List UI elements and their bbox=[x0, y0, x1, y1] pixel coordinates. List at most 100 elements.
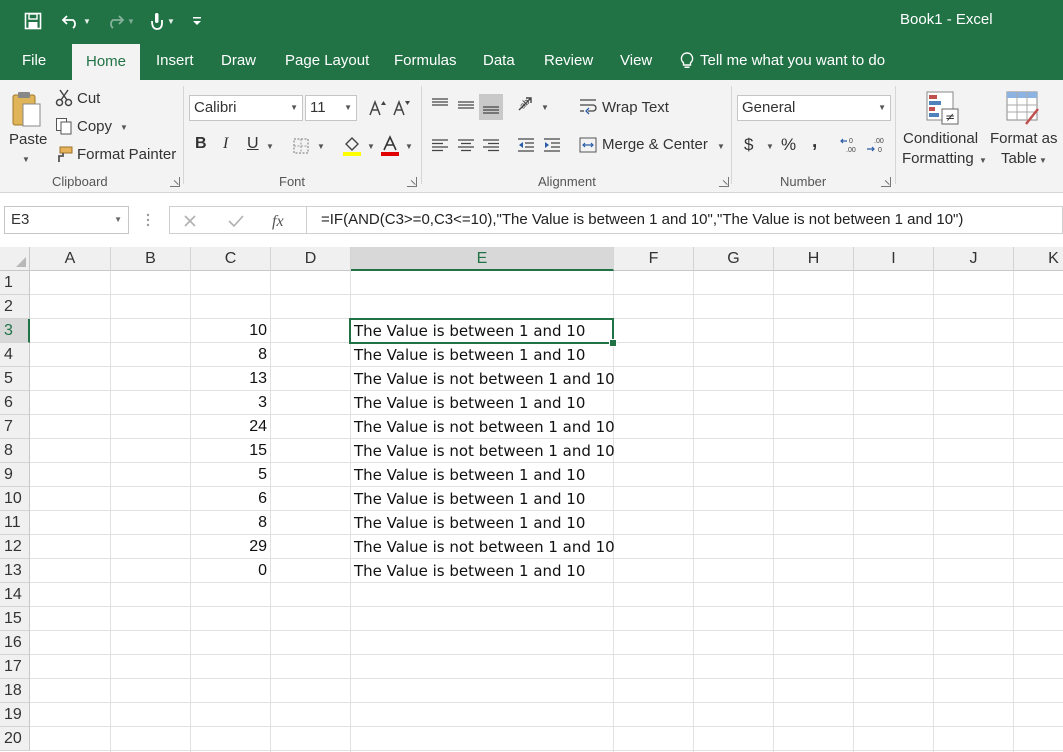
column-header-k[interactable]: K bbox=[1014, 247, 1063, 271]
column-header-b[interactable]: B bbox=[111, 247, 191, 271]
row-header-11[interactable]: 11 bbox=[0, 511, 30, 535]
cell-c8[interactable]: 15 bbox=[191, 439, 267, 463]
alignment-launcher-icon[interactable] bbox=[719, 177, 729, 187]
save-icon[interactable] bbox=[22, 9, 44, 33]
cell-e9[interactable]: The Value is between 1 and 10 bbox=[354, 463, 614, 487]
cell-c9[interactable]: 5 bbox=[191, 463, 267, 487]
cell-e8[interactable]: The Value is not between 1 and 10 bbox=[354, 439, 615, 463]
active-cell-selection[interactable] bbox=[349, 318, 617, 347]
column-header-e[interactable]: E bbox=[351, 247, 614, 271]
row-header-18[interactable]: 18 bbox=[0, 679, 30, 703]
align-center-icon[interactable] bbox=[455, 134, 477, 156]
paste-dropdown[interactable]: ▼ bbox=[22, 155, 30, 164]
row-header-19[interactable]: 19 bbox=[0, 703, 30, 727]
font-color-icon[interactable] bbox=[379, 134, 401, 158]
row-header-12[interactable]: 12 bbox=[0, 535, 30, 559]
row-header-10[interactable]: 10 bbox=[0, 487, 30, 511]
fill-color-icon[interactable] bbox=[341, 134, 363, 158]
cell-e4[interactable]: The Value is between 1 and 10 bbox=[354, 343, 614, 367]
tab-draw[interactable]: Draw bbox=[221, 42, 256, 80]
format-painter-button[interactable]: Format Painter bbox=[77, 146, 176, 163]
increase-font-icon[interactable] bbox=[368, 97, 388, 119]
column-header-j[interactable]: J bbox=[934, 247, 1014, 271]
conditional-formatting-line2[interactable]: Formatting bbox=[902, 150, 974, 167]
column-header-i[interactable]: I bbox=[854, 247, 934, 271]
column-header-h[interactable]: H bbox=[774, 247, 854, 271]
format-as-table-icon[interactable] bbox=[1005, 90, 1041, 126]
cell-e7[interactable]: The Value is not between 1 and 10 bbox=[354, 415, 615, 439]
cell-c11[interactable]: 8 bbox=[191, 511, 267, 535]
tab-data[interactable]: Data bbox=[483, 42, 515, 80]
format-as-table-line2[interactable]: Table bbox=[1001, 150, 1037, 167]
cut-icon[interactable] bbox=[55, 88, 73, 108]
font-size-select[interactable]: 11 ▼ bbox=[305, 95, 357, 121]
underline-dropdown[interactable]: ▼ bbox=[266, 142, 274, 151]
cell-e5[interactable]: The Value is not between 1 and 10 bbox=[354, 367, 615, 391]
tab-home[interactable]: Home bbox=[72, 44, 141, 80]
cell-c12[interactable]: 29 bbox=[191, 535, 267, 559]
copy-button[interactable]: Copy bbox=[77, 118, 112, 135]
borders-icon[interactable] bbox=[291, 136, 311, 156]
top-align-icon[interactable] bbox=[429, 94, 451, 116]
select-all-button[interactable] bbox=[0, 247, 30, 271]
copy-icon[interactable] bbox=[55, 116, 73, 136]
insert-function-icon[interactable]: fx bbox=[270, 210, 294, 232]
borders-dropdown[interactable]: ▼ bbox=[317, 142, 325, 151]
number-launcher-icon[interactable] bbox=[881, 177, 891, 187]
formula-input[interactable]: =IF(AND(C3>=0,C3<=10),"The Value is betw… bbox=[306, 206, 1063, 234]
column-header-a[interactable]: A bbox=[30, 247, 111, 271]
fill-color-dropdown[interactable]: ▼ bbox=[367, 142, 375, 151]
wrap-text-icon[interactable] bbox=[578, 96, 598, 116]
font-color-dropdown[interactable]: ▼ bbox=[405, 142, 413, 151]
row-header-3[interactable]: 3 bbox=[0, 319, 30, 343]
tab-insert[interactable]: Insert bbox=[156, 42, 194, 80]
cell-e12[interactable]: The Value is not between 1 and 10 bbox=[354, 535, 615, 559]
cell-c4[interactable]: 8 bbox=[191, 343, 267, 367]
row-header-20[interactable]: 20 bbox=[0, 727, 30, 751]
merge-center-dropdown[interactable]: ▼ bbox=[717, 142, 725, 151]
merge-center-icon[interactable] bbox=[578, 135, 598, 155]
cell-c3[interactable]: 10 bbox=[191, 319, 267, 343]
row-header-14[interactable]: 14 bbox=[0, 583, 30, 607]
row-header-7[interactable]: 7 bbox=[0, 415, 30, 439]
paste-icon[interactable] bbox=[8, 88, 44, 132]
conditional-formatting-dropdown[interactable]: ▼ bbox=[979, 156, 987, 165]
row-header-4[interactable]: 4 bbox=[0, 343, 30, 367]
row-header-16[interactable]: 16 bbox=[0, 631, 30, 655]
cell-e10[interactable]: The Value is between 1 and 10 bbox=[354, 487, 614, 511]
row-header-15[interactable]: 15 bbox=[0, 607, 30, 631]
cancel-icon[interactable] bbox=[180, 211, 200, 231]
worksheet-grid[interactable]: A B C D E F G H I J K 1 2 3 4 5 6 7 8 9 … bbox=[0, 247, 1063, 752]
column-header-f[interactable]: F bbox=[614, 247, 694, 271]
column-header-g[interactable]: G bbox=[694, 247, 774, 271]
align-left-icon[interactable] bbox=[429, 134, 451, 156]
undo-icon[interactable]: ▼ bbox=[58, 9, 94, 33]
cell-c7[interactable]: 24 bbox=[191, 415, 267, 439]
middle-align-icon[interactable] bbox=[455, 94, 477, 116]
row-header-2[interactable]: 2 bbox=[0, 295, 30, 319]
currency-dropdown[interactable]: ▼ bbox=[766, 142, 774, 151]
copy-dropdown[interactable]: ▼ bbox=[120, 123, 128, 132]
row-header-17[interactable]: 17 bbox=[0, 655, 30, 679]
paste-label[interactable]: Paste bbox=[9, 131, 47, 148]
wrap-text-button[interactable]: Wrap Text bbox=[602, 99, 669, 116]
underline-button[interactable]: U bbox=[247, 135, 259, 153]
conditional-formatting-line1[interactable]: Conditional bbox=[903, 130, 978, 147]
touch-mode-icon[interactable]: ▼ bbox=[144, 9, 180, 33]
number-format-select[interactable]: General ▼ bbox=[737, 95, 891, 121]
cell-e11[interactable]: The Value is between 1 and 10 bbox=[354, 511, 614, 535]
decrease-indent-icon[interactable] bbox=[515, 134, 537, 156]
align-right-icon[interactable] bbox=[480, 134, 502, 156]
comma-button[interactable]: , bbox=[812, 131, 817, 153]
cell-c5[interactable]: 13 bbox=[191, 367, 267, 391]
tab-formulas[interactable]: Formulas bbox=[394, 42, 457, 80]
cell-c13[interactable]: 0 bbox=[191, 559, 267, 583]
row-header-1[interactable]: 1 bbox=[0, 271, 30, 295]
increase-indent-icon[interactable] bbox=[541, 134, 563, 156]
decrease-decimal-icon[interactable]: .00 0 bbox=[865, 134, 889, 156]
font-launcher-icon[interactable] bbox=[407, 177, 417, 187]
percent-button[interactable]: % bbox=[781, 135, 796, 155]
increase-decimal-icon[interactable]: 0.00 bbox=[839, 134, 863, 156]
bottom-align-icon[interactable] bbox=[479, 94, 503, 120]
cut-button[interactable]: Cut bbox=[77, 90, 100, 107]
